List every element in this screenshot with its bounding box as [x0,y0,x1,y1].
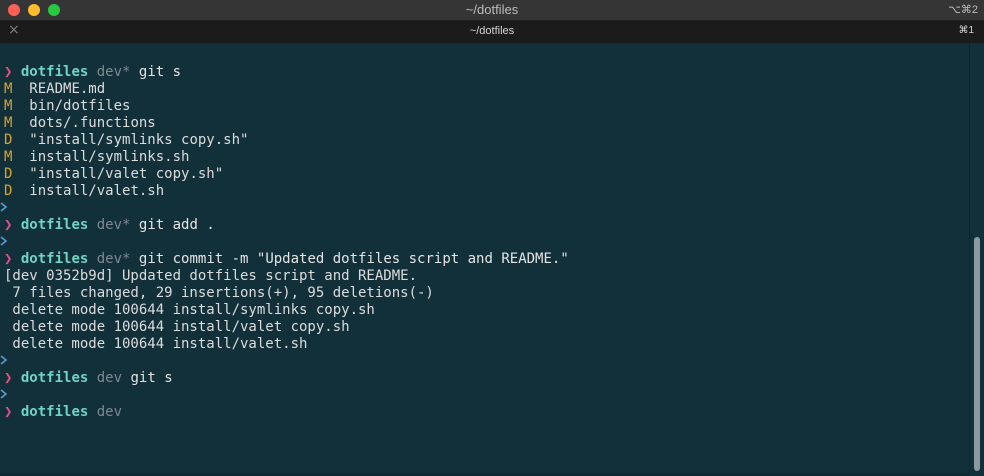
prompt-dir: dotfiles [20,404,89,420]
window-titlebar: ~/dotfiles ⌥⌘2 [0,0,984,21]
window-shortcut: ⌥⌘2 [948,4,978,16]
command-text: git commit -m "Updated dotfiles script a… [130,251,569,267]
prompt-line: ❯ dotfiles dev git s [4,370,173,387]
prompt-line: ❯ dotfiles dev* git add . [4,217,215,234]
command-text: git s [122,370,173,386]
status-path: dots/.functions [12,115,156,131]
prompt-dir: dotfiles [20,217,89,233]
prompt-branch: dev* [96,64,131,80]
output-line: delete mode 100644 install/valet.sh [4,336,308,352]
prompt-branch: dev* [96,251,131,267]
prompt-branch: dev* [96,217,131,233]
status-line: D "install/symlinks copy.sh" [4,132,248,149]
terminal-output[interactable]: ❯ dotfiles dev* git s M README.md M bin/… [0,43,968,476]
command-mark-icon [0,355,8,365]
command-mark-icon [0,202,8,212]
status-path: install/symlinks.sh [12,149,190,165]
command-text: git add . [130,217,215,233]
output-line: [dev 0352b9d] Updated dotfiles script an… [4,268,418,284]
prompt-dir: dotfiles [20,251,89,267]
prompt-caret: ❯ [4,217,13,233]
output-line: delete mode 100644 install/valet copy.sh [4,319,350,335]
command-mark-icon [0,389,8,399]
status-line: M install/symlinks.sh [4,149,189,166]
tab-bar: × ~/dotfiles ⌘1 [0,21,984,43]
status-path: install/valet.sh [12,183,165,199]
status-path: "install/valet copy.sh" [12,166,224,182]
prompt-caret: ❯ [4,64,13,80]
output-line: delete mode 100644 install/symlinks copy… [4,302,375,318]
status-line: M README.md [4,81,105,98]
command-text: git s [130,64,182,80]
prompt-line[interactable]: ❯ dotfiles dev [4,404,122,421]
status-line: M dots/.functions [4,115,156,132]
output-line: 7 files changed, 29 insertions(+), 95 de… [4,285,434,301]
prompt-line: ❯ dotfiles dev* git s [4,64,181,81]
scrollbar-thumb[interactable] [974,237,980,471]
prompt-caret: ❯ [4,404,13,420]
status-line: D "install/valet copy.sh" [4,166,223,183]
status-path: README.md [12,81,106,97]
prompt-dir: dotfiles [20,370,89,386]
tab-shortcut: ⌘1 [958,25,974,36]
status-line: M bin/dotfiles [4,98,130,115]
status-path: bin/dotfiles [12,98,131,114]
prompt-caret: ❯ [4,251,13,267]
prompt-branch: dev [96,370,123,386]
status-path: "install/symlinks copy.sh" [12,132,249,148]
command-mark-icon [0,236,8,246]
prompt-line: ❯ dotfiles dev* git commit -m "Updated d… [4,251,569,268]
prompt-caret: ❯ [4,370,13,386]
window-title: ~/dotfiles [465,2,519,17]
scrollbar[interactable] [969,43,984,476]
status-line: D install/valet.sh [4,183,164,200]
tab-title[interactable]: ~/dotfiles [0,25,984,37]
prompt-branch: dev [96,404,123,420]
prompt-dir: dotfiles [20,64,89,80]
